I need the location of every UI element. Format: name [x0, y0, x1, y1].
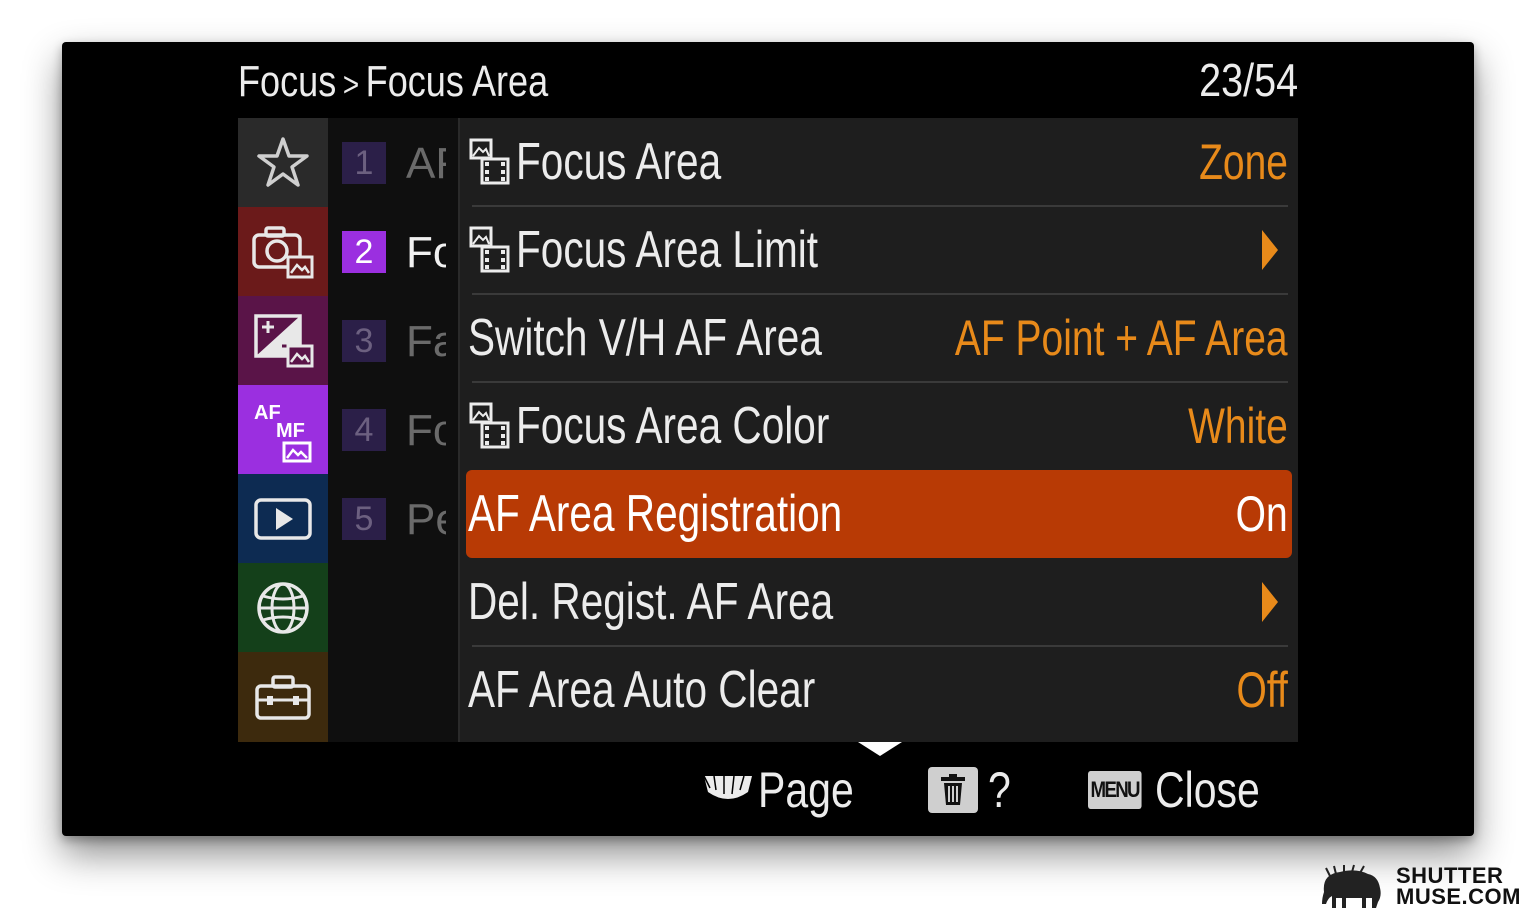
menu-key-icon: MENU	[1088, 771, 1142, 809]
category-tab-focus[interactable]: AF MF	[238, 385, 328, 474]
page-item-3[interactable]: 3 Fa	[328, 296, 460, 385]
page-number-badge: 3	[342, 320, 386, 362]
control-wheel-icon	[703, 775, 752, 799]
menu-item-focus-area-limit[interactable]: Focus Area Limit	[466, 206, 1292, 295]
page-number-badge: 2	[342, 231, 386, 273]
playback-icon	[254, 497, 312, 540]
menu-item-af-area-registration[interactable]: AF Area Registration On	[466, 470, 1292, 558]
camera-menu-screen: Focus > Focus Area 23/54 AF MF 1 A 2 Fo …	[62, 42, 1474, 836]
category-tab-exposure[interactable]	[238, 296, 328, 385]
menu-item-del-regist-af-area[interactable]: Del. Regist. AF Area	[466, 558, 1292, 647]
still-movie-icon	[468, 225, 512, 275]
breadcrumb-page: Focus Area	[365, 57, 549, 106]
page-title: Fo	[406, 228, 446, 277]
camera-icon	[252, 225, 314, 278]
category-tab-shooting[interactable]	[238, 207, 328, 296]
menu-item-label: Switch V/H AF Area	[468, 309, 822, 367]
star-icon	[257, 136, 309, 187]
still-movie-icon	[468, 401, 512, 451]
page-title: Fa	[406, 317, 446, 366]
menu-item-value: On	[1235, 486, 1288, 542]
elephant-icon	[1322, 864, 1381, 908]
still-movie-icon	[468, 137, 512, 187]
menu-item-label: Focus Area	[516, 133, 722, 191]
page-counter: 23/54	[1198, 54, 1298, 106]
logo-line-1: SHUTTER	[1396, 863, 1504, 888]
page-item-4[interactable]: 4 Fo	[328, 385, 460, 474]
menu-item-value: Off	[1236, 662, 1288, 718]
page-title: AF	[406, 139, 446, 188]
breadcrumb-separator: >	[342, 66, 360, 104]
close-button[interactable]: MENU Close	[1088, 758, 1283, 822]
menu-item-focus-area-color[interactable]: Focus Area Color White	[466, 382, 1292, 470]
page-title: Fo	[406, 406, 446, 455]
page-number-badge: 1	[342, 142, 386, 184]
menu-item-value: AF Point + AF Area	[955, 310, 1288, 366]
menu-item-switch-vh-af-area[interactable]: Switch V/H AF Area AF Point + AF Area	[466, 294, 1292, 383]
page-item-5[interactable]: 5 Pe	[328, 474, 460, 563]
category-tab-network[interactable]	[238, 563, 328, 652]
page-label: Page	[758, 762, 854, 818]
logo-line-2: MUSE.COM	[1396, 884, 1521, 909]
menu-item-label: Focus Area Limit	[516, 221, 819, 279]
close-label: Close	[1154, 762, 1260, 818]
mf-label: MF	[276, 420, 305, 442]
page-list: 1 AF 2 Fo 3 Fa 4 Fo 5 Pe	[328, 118, 460, 742]
menu-item-label: Del. Regist. AF Area	[468, 573, 834, 631]
menu-item-focus-area[interactable]: Focus Area Zone	[466, 118, 1292, 207]
menu-item-label: AF Area Registration	[468, 485, 843, 543]
menu-item-label: AF Area Auto Clear	[468, 661, 816, 719]
menu-item-label: Focus Area Color	[516, 397, 830, 455]
trash-icon	[928, 767, 978, 813]
page-item-2[interactable]: 2 Fo	[328, 207, 460, 296]
page-title: Pe	[406, 495, 446, 544]
category-tab-favorites[interactable]	[238, 118, 328, 207]
submenu-arrow-icon	[1262, 582, 1278, 622]
help-label: ?	[988, 762, 1011, 818]
breadcrumb: Focus > Focus Area	[238, 52, 548, 112]
logo-wordmark: SHUTTER MUSE.COM	[1396, 863, 1521, 909]
af-mf-icon: AF MF	[254, 402, 312, 462]
globe-icon	[257, 581, 309, 634]
category-sidebar: AF MF	[238, 118, 328, 742]
toolbox-icon	[255, 675, 311, 720]
page-button[interactable]: Page	[702, 758, 875, 822]
breadcrumb-section[interactable]: Focus	[238, 57, 336, 106]
exposure-icon	[254, 313, 314, 367]
page-item-1[interactable]: 1 AF	[328, 118, 460, 207]
scroll-down-indicator-icon[interactable]	[858, 742, 902, 756]
submenu-arrow-icon	[1262, 230, 1278, 270]
page-number-badge: 4	[342, 409, 386, 451]
category-tab-playback[interactable]	[238, 474, 328, 563]
shuttermuse-logo: SHUTTER MUSE.COM	[1316, 860, 1521, 912]
page-number-badge: 5	[342, 498, 386, 540]
help-button[interactable]: ?	[928, 758, 1016, 822]
menu-item-af-area-auto-clear[interactable]: AF Area Auto Clear Off	[466, 646, 1292, 734]
category-tab-setup[interactable]	[238, 652, 328, 742]
menu-item-value: Zone	[1199, 134, 1288, 190]
menu-item-value: White	[1188, 398, 1288, 454]
menu-item-list: Focus Area Zone Focus Area Limit Switch …	[460, 118, 1298, 742]
